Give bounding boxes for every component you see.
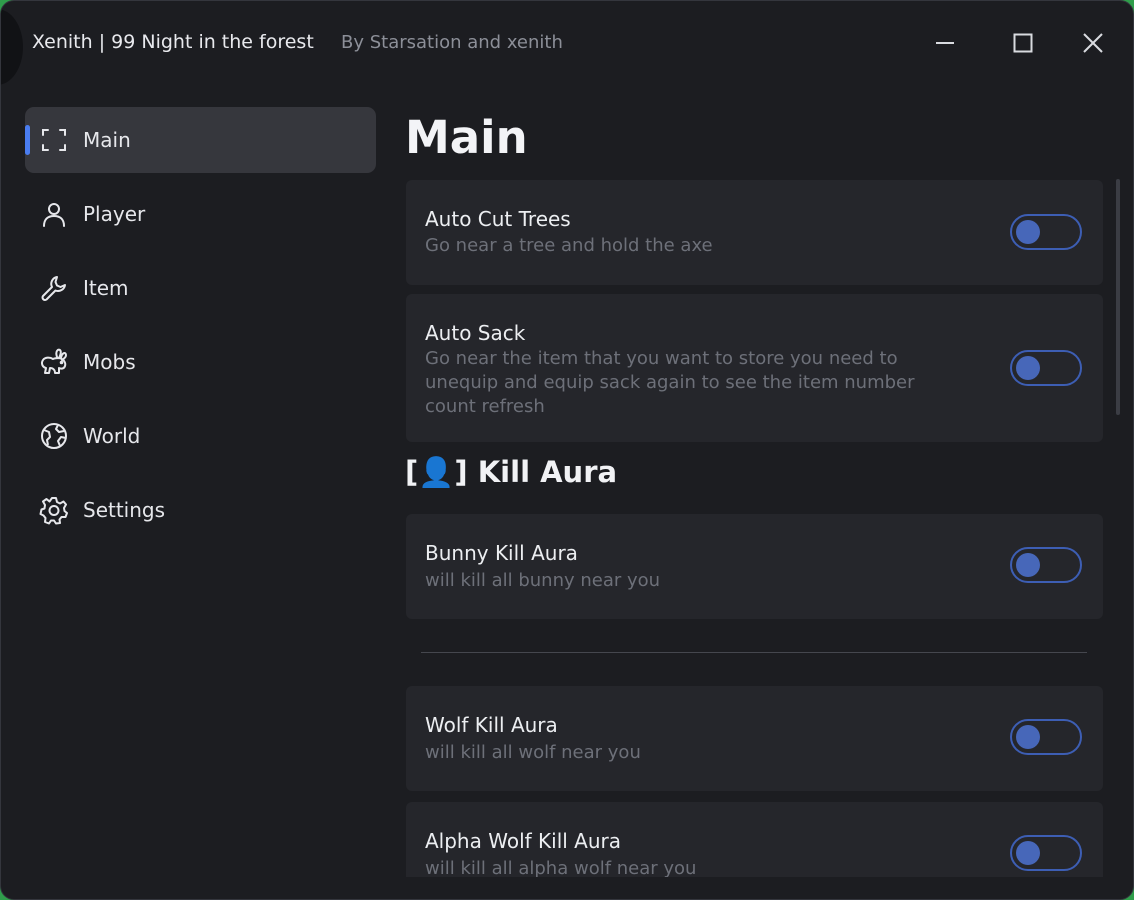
toggle-description: will kill all alpha wolf near you [425, 858, 697, 877]
page-title: Main [405, 111, 528, 164]
toggle-title: Wolf Kill Aura [425, 713, 558, 737]
divider [421, 652, 1087, 653]
toggle-switch[interactable] [1010, 835, 1082, 871]
globe-icon [39, 421, 69, 451]
maximize-button[interactable] [1003, 25, 1043, 61]
toggle-knob [1016, 553, 1040, 577]
sidebar-item-settings[interactable]: Settings [25, 477, 376, 543]
toggle-title: Auto Sack [425, 321, 526, 345]
sidebar-item-label: Main [83, 128, 131, 152]
maximize-icon [1013, 33, 1033, 53]
toggle-knob [1016, 725, 1040, 749]
toggle-description: will kill all bunny near you [425, 570, 661, 591]
toggle-title: Bunny Kill Aura [425, 541, 578, 565]
main-content[interactable]: Main Auto Cut Trees Go near a tree and h… [405, 107, 1105, 877]
window-title: Xenith | 99 Night in the forest [32, 31, 314, 53]
wrench-icon [39, 273, 69, 303]
toggle-knob [1016, 356, 1040, 380]
toggle-switch[interactable] [1010, 719, 1082, 755]
toggle-description: Go near a tree and hold the axe [425, 235, 713, 256]
app-window: Xenith | 99 Night in the forest By Stars… [0, 0, 1134, 900]
sidebar-item-label: Item [83, 276, 129, 300]
scrollbar[interactable] [1116, 179, 1120, 415]
sidebar-item-label: Mobs [83, 350, 136, 374]
sidebar-item-world[interactable]: World [25, 403, 376, 469]
toggle-title: Auto Cut Trees [425, 207, 571, 231]
toggle-switch[interactable] [1010, 547, 1082, 583]
toggle-description: will kill all wolf near you [425, 742, 641, 763]
sidebar-item-label: Player [83, 202, 146, 226]
toggle-card-wolf-kill-aura: Wolf Kill Aura will kill all wolf near y… [406, 686, 1103, 791]
title-bar[interactable]: Xenith | 99 Night in the forest By Stars… [1, 1, 1133, 85]
active-indicator [25, 125, 30, 155]
toggle-knob [1016, 841, 1040, 865]
close-button[interactable] [1073, 25, 1113, 61]
toggle-title: Alpha Wolf Kill Aura [425, 829, 621, 853]
section-heading-kill-aura: [👤] Kill Aura [405, 455, 618, 489]
toggle-description: Go near the item that you want to store … [425, 348, 915, 417]
window-subtitle: By Starsation and xenith [341, 32, 563, 53]
toggle-card-auto-sack: Auto Sack Go near the item that you want… [406, 294, 1103, 442]
sidebar: Main Player Item Mobs World Settings [25, 107, 376, 551]
toggle-card-alpha-wolf-kill-aura: Alpha Wolf Kill Aura will kill all alpha… [406, 802, 1103, 877]
toggle-card-auto-cut-trees: Auto Cut Trees Go near a tree and hold t… [406, 180, 1103, 285]
minimize-icon [936, 42, 954, 44]
sidebar-item-label: World [83, 424, 141, 448]
gear-icon [39, 495, 69, 525]
sidebar-item-player[interactable]: Player [25, 181, 376, 247]
sidebar-item-main[interactable]: Main [25, 107, 376, 173]
toggle-knob [1016, 220, 1040, 244]
user-icon [39, 199, 69, 229]
toggle-card-bunny-kill-aura: Bunny Kill Aura will kill all bunny near… [406, 514, 1103, 619]
sidebar-item-label: Settings [83, 498, 166, 522]
toggle-switch[interactable] [1010, 350, 1082, 386]
sidebar-item-item[interactable]: Item [25, 255, 376, 321]
rabbit-icon [39, 347, 69, 377]
sidebar-item-mobs[interactable]: Mobs [25, 329, 376, 395]
scan-frame-icon [39, 125, 69, 155]
close-icon [1083, 33, 1103, 53]
minimize-button[interactable] [925, 25, 965, 61]
toggle-switch[interactable] [1010, 214, 1082, 250]
